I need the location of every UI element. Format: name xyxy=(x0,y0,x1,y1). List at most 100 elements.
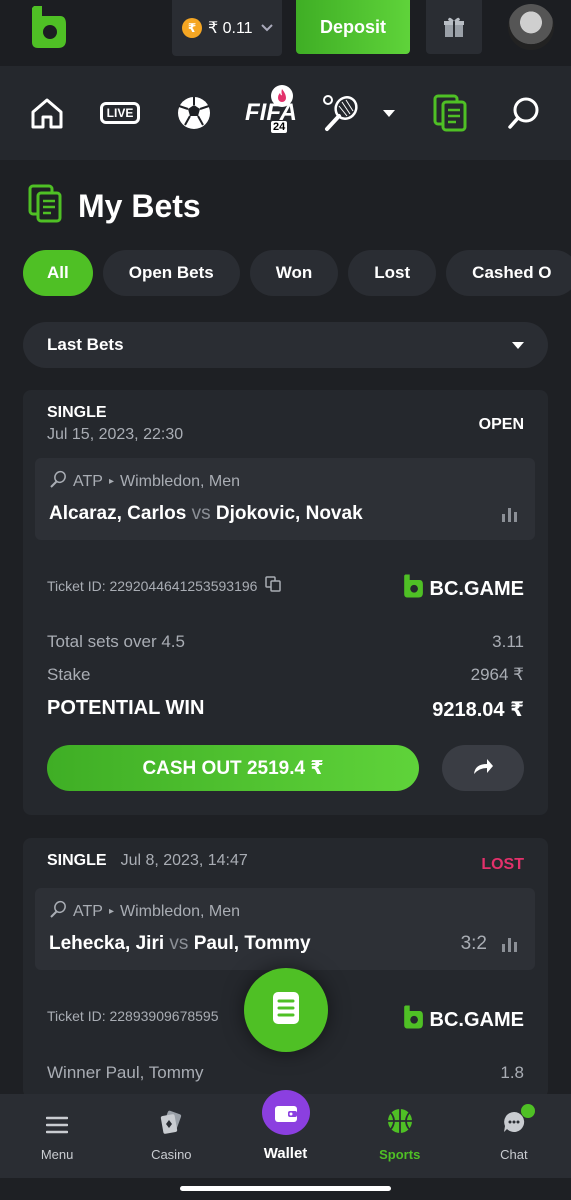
tab-chat-label: Chat xyxy=(500,1147,528,1162)
basketball-icon xyxy=(387,1108,413,1137)
live-icon[interactable]: LIVE xyxy=(98,88,142,138)
home-indicator[interactable] xyxy=(180,1186,391,1191)
vs-label: vs xyxy=(191,503,211,524)
menu-icon xyxy=(45,1116,69,1137)
potential-win-label: POTENTIAL WIN xyxy=(47,697,205,719)
odds-value: 3.11 xyxy=(492,632,524,651)
bet-type: SINGLE xyxy=(47,852,107,869)
bet-date: Jul 8, 2023, 14:47 xyxy=(120,852,248,869)
deposit-button[interactable]: Deposit xyxy=(296,0,410,54)
my-bets-title-icon xyxy=(28,184,62,229)
filter-open-bets[interactable]: Open Bets xyxy=(102,250,240,296)
period-select-value: Last Bets xyxy=(47,335,124,354)
tournament-name: Wimbledon, Men xyxy=(119,902,241,920)
bc-game-logo-icon xyxy=(402,1003,424,1037)
chevron-down-icon xyxy=(260,21,273,35)
casino-cards-icon xyxy=(159,1110,183,1137)
stake-row: Stake 2964 ₹ xyxy=(47,665,524,685)
balance-value: ₹ 0.11 xyxy=(208,20,253,37)
filter-cashed-out[interactable]: Cashed O xyxy=(446,250,571,296)
brand-logo: BC.GAME xyxy=(402,572,524,606)
teams-line: Lehecka, Jiri vs Paul, Tommy xyxy=(49,933,311,955)
bet-type: SINGLE xyxy=(47,404,107,421)
stake-label: Stake xyxy=(47,665,91,684)
brand-name: BC.GAME xyxy=(429,1008,524,1031)
away-team: Djokovic, Novak xyxy=(215,503,363,524)
tab-casino[interactable]: Casino xyxy=(114,1094,228,1178)
brand-logo: BC.GAME xyxy=(402,1003,524,1037)
ticket-id-text: Ticket ID: 2292044641253593196 xyxy=(47,577,258,594)
soccer-ball-icon[interactable] xyxy=(175,88,213,138)
status-badge: OPEN xyxy=(478,416,524,433)
ticket-id-text: Ticket ID: 22893909678595 xyxy=(47,1008,219,1024)
league-line: ATP ▸ Wimbledon, Men xyxy=(49,470,240,493)
away-team: Paul, Tommy xyxy=(193,933,311,954)
avatar[interactable] xyxy=(508,4,554,50)
my-bets-icon[interactable] xyxy=(430,88,470,138)
fifa-year-badge: 24 xyxy=(271,121,288,133)
tab-wallet[interactable]: Wallet xyxy=(228,1090,342,1178)
filter-all[interactable]: All xyxy=(23,250,93,296)
sports-nav: LIVE FIFA 24 xyxy=(0,66,571,160)
match-info[interactable]: ATP ▸ Wimbledon, Men Alcaraz, Carlos vs … xyxy=(35,458,535,540)
chevron-down-icon xyxy=(512,341,524,349)
share-arrow-icon xyxy=(471,756,495,781)
rupee-coin-icon: ₹ xyxy=(182,18,202,38)
chat-notification-dot xyxy=(520,1104,535,1118)
betslip-fab-button[interactable] xyxy=(244,968,328,1052)
bc-game-logo-icon[interactable] xyxy=(28,4,68,50)
tab-wallet-label: Wallet xyxy=(263,1145,308,1162)
stats-icon[interactable] xyxy=(501,936,519,957)
share-button[interactable] xyxy=(442,745,524,791)
stats-icon[interactable] xyxy=(501,506,519,527)
separator-icon: ▸ xyxy=(108,906,114,917)
potential-win-row: POTENTIAL WIN 9218.04 ₹ xyxy=(47,697,524,722)
bc-game-logo-icon xyxy=(402,572,424,606)
stake-value: 2964 ₹ xyxy=(470,665,524,684)
tab-sports[interactable]: Sports xyxy=(343,1094,457,1178)
tab-menu-label: Menu xyxy=(40,1147,74,1162)
status-badge: LOST xyxy=(481,856,524,873)
tab-chat[interactable]: Chat xyxy=(457,1094,571,1178)
home-icon[interactable] xyxy=(28,88,66,138)
teams-line: Alcaraz, Carlos vs Djokovic, Novak xyxy=(49,503,363,525)
period-select[interactable]: Last Bets xyxy=(23,322,548,368)
home-team: Lehecka, Jiri xyxy=(49,933,165,954)
match-score: 3:2 xyxy=(460,933,487,954)
tennis-icon[interactable] xyxy=(322,88,360,138)
potential-win-value: 9218.04 ₹ xyxy=(432,699,524,721)
separator-icon: ▸ xyxy=(108,476,114,487)
more-sports-dropdown-icon[interactable] xyxy=(380,88,398,138)
tennis-icon xyxy=(49,900,67,923)
balance-selector[interactable]: ₹ ₹ 0.11 xyxy=(172,0,282,56)
fire-icon xyxy=(271,85,293,107)
filter-lost[interactable]: Lost xyxy=(348,250,437,296)
match-info[interactable]: ATP ▸ Wimbledon, Men Lehecka, Jiri vs Pa… xyxy=(35,888,535,970)
fifa-icon[interactable]: FIFA 24 xyxy=(243,85,299,138)
tournament-name: Wimbledon, Men xyxy=(119,472,241,490)
market-row: Winner Paul, Tommy 1.8 xyxy=(47,1063,524,1083)
betslip-icon xyxy=(270,990,302,1031)
odds-value: 1.8 xyxy=(500,1063,524,1082)
search-icon[interactable] xyxy=(504,88,544,138)
league-name: ATP xyxy=(73,902,103,920)
league-line: ATP ▸ Wimbledon, Men xyxy=(49,900,240,923)
cash-out-button[interactable]: CASH OUT 2519.4 ₹ xyxy=(47,745,419,791)
filter-won[interactable]: Won xyxy=(249,250,339,296)
page-title: My Bets xyxy=(78,188,201,224)
tab-sports-label: Sports xyxy=(379,1147,421,1162)
bet-date: Jul 15, 2023, 22:30 xyxy=(47,426,184,443)
league-name: ATP xyxy=(73,472,103,490)
tab-menu[interactable]: Menu xyxy=(0,1094,114,1178)
copy-icon[interactable] xyxy=(265,576,282,595)
page-header: My Bets xyxy=(28,184,201,229)
live-label: LIVE xyxy=(99,102,141,124)
home-team: Alcaraz, Carlos xyxy=(49,503,187,524)
gift-icon[interactable] xyxy=(426,0,482,54)
wallet-icon xyxy=(261,1090,310,1135)
tab-casino-label: Casino xyxy=(151,1147,192,1162)
bet-filter-tabs: All Open Bets Won Lost Cashed O xyxy=(23,250,571,296)
bet-card[interactable]: SINGLE Jul 15, 2023, 22:30 OPEN ATP ▸ Wi… xyxy=(23,390,548,815)
market-name: Total sets over 4.5 xyxy=(47,632,185,651)
vs-label: vs xyxy=(169,933,189,954)
